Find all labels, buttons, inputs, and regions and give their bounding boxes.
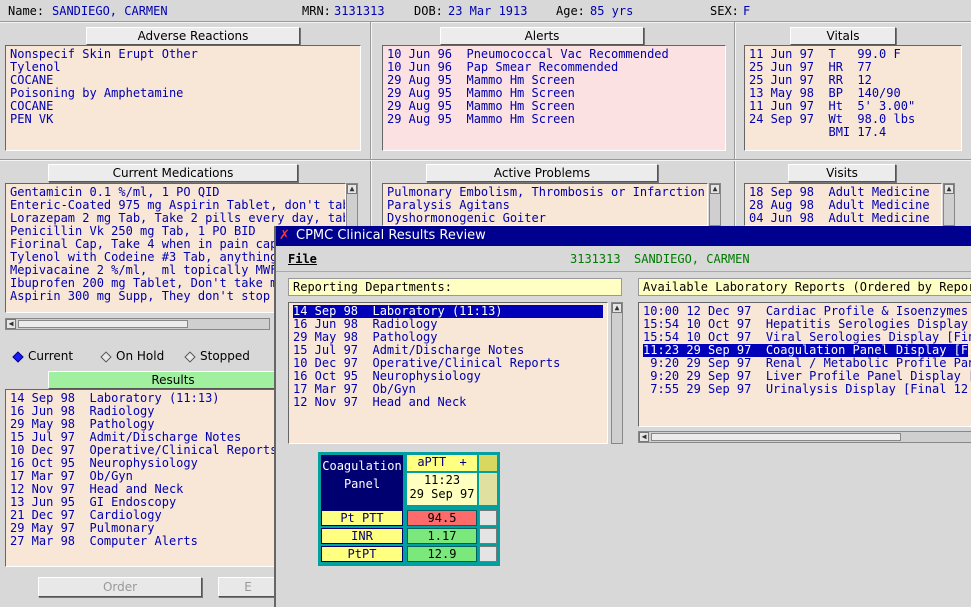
- list-item[interactable]: Dyshormonogenic Goiter: [387, 212, 703, 225]
- coag-test-value[interactable]: 12.9: [407, 546, 477, 562]
- coag-test-flag: [479, 510, 497, 526]
- list-item[interactable]: Nonspecif Skin Erupt Other: [10, 48, 356, 61]
- filter-stopped-radio[interactable]: Stopped: [184, 349, 250, 363]
- list-item[interactable]: 27 Mar 98 Computer Alerts: [10, 535, 275, 548]
- list-item[interactable]: 04 Jun 98 Adult Medicine: [749, 212, 937, 225]
- row-divider: [0, 159, 971, 161]
- reports-horizontal-scrollbar[interactable]: ◀: [638, 431, 971, 443]
- coag-test-flag: [479, 528, 497, 544]
- list-item[interactable]: 12 Nov 97 Head and Neck: [293, 396, 603, 409]
- clinical-results-window[interactable]: ✗ CPMC Clinical Results Review File 3131…: [274, 226, 971, 607]
- active-problems-header[interactable]: Active Problems: [426, 164, 658, 182]
- scroll-up-icon[interactable]: ▲: [710, 184, 720, 194]
- menu-bar: File 3131313 SANDIEGO, CARMEN: [276, 246, 971, 272]
- column-divider-2: [734, 22, 736, 160]
- list-item[interactable]: PEN VK: [10, 113, 356, 126]
- patient-dob: 23 Mar 1913: [448, 4, 528, 18]
- filter-on-hold-radio[interactable]: On Hold: [100, 349, 165, 363]
- scroll-left-icon[interactable]: ◀: [6, 319, 16, 329]
- patient-age: 85 yrs: [590, 4, 634, 18]
- secondary-button[interactable]: E: [218, 577, 278, 597]
- visits-list[interactable]: 18 Sep 98 Adult Medicine 28 Aug 98 Adult …: [744, 183, 942, 226]
- aptt-flag-cell: [479, 455, 497, 471]
- mrn-label: MRN:: [302, 4, 331, 18]
- scroll-up-icon[interactable]: ▲: [612, 303, 622, 313]
- window-patient-name: SANDIEGO, CARMEN: [634, 252, 750, 266]
- available-reports-header: Available Laboratory Reports (Ordered by…: [638, 278, 971, 296]
- window-title-bar[interactable]: ✗ CPMC Clinical Results Review: [276, 226, 971, 246]
- filter-stopped-label: Stopped: [200, 349, 250, 363]
- list-item[interactable]: 29 Aug 95 Mammo Hm Screen: [387, 113, 721, 126]
- top-divider: [0, 21, 971, 23]
- coag-test-name: Pt PTT: [321, 510, 403, 526]
- visits-vertical-scrollbar[interactable]: ▲: [943, 183, 955, 226]
- coag-datetime: 11:23 29 Sep 97: [407, 473, 477, 505]
- aptt-header[interactable]: aPTT +: [407, 455, 477, 471]
- patient-mrn: 3131313: [334, 4, 385, 18]
- coag-panel-title-line1: Coagulation: [322, 459, 402, 473]
- patient-name: SANDIEGO, CARMEN: [52, 4, 168, 18]
- reporting-departments-header: Reporting Departments:: [288, 278, 622, 296]
- window-title: CPMC Clinical Results Review: [296, 228, 486, 243]
- visits-header[interactable]: Visits: [788, 164, 896, 182]
- coag-date: 29 Sep 97: [409, 487, 475, 501]
- name-label: Name:: [8, 4, 45, 18]
- radio-icon: [100, 350, 112, 363]
- coag-test-value[interactable]: 1.17: [407, 528, 477, 544]
- expand-plus-icon[interactable]: +: [459, 455, 466, 469]
- coag-test-flag: [479, 546, 497, 562]
- list-item[interactable]: Poisoning by Amphetamine: [10, 87, 356, 100]
- list-item[interactable]: BMI 17.4: [749, 126, 957, 139]
- departments-vertical-scrollbar[interactable]: ▲: [611, 302, 623, 444]
- vitals-header[interactable]: Vitals: [790, 27, 896, 45]
- dob-label: DOB:: [414, 4, 443, 18]
- column-divider-1: [370, 22, 372, 160]
- order-button[interactable]: Order: [38, 577, 202, 597]
- aptt-label: aPTT: [417, 455, 447, 469]
- alerts-header[interactable]: Alerts: [440, 27, 644, 45]
- coag-test-name: PtPT: [321, 546, 403, 562]
- radio-selected-icon: [12, 350, 24, 363]
- current-medications-header[interactable]: Current Medications: [48, 164, 298, 182]
- vitals-list[interactable]: 11 Jun 97 T 99.0 F 25 Jun 97 HR 77 25 Jun …: [744, 45, 962, 151]
- age-label: Age:: [556, 4, 585, 18]
- medications-horizontal-scrollbar[interactable]: ◀: [5, 318, 270, 330]
- list-item[interactable]: COCANE: [10, 100, 356, 113]
- sex-label: SEX:: [710, 4, 739, 18]
- file-menu[interactable]: File: [288, 252, 317, 266]
- patient-header-bar: Name: SANDIEGO, CARMEN MRN: 3131313 DOB:…: [0, 0, 971, 22]
- scroll-up-icon[interactable]: ▲: [944, 184, 954, 194]
- results-list[interactable]: 14 Sep 98 Laboratory (11:13) 16 Jun 98 Ra…: [5, 389, 280, 567]
- coag-panel-title-line2: Panel: [343, 477, 381, 491]
- scroll-left-icon[interactable]: ◀: [639, 432, 649, 442]
- radio-icon: [184, 350, 196, 363]
- problems-vertical-scrollbar[interactable]: ▲: [709, 183, 721, 226]
- list-item[interactable]: Tylenol: [10, 61, 356, 74]
- active-problems-list[interactable]: Pulmonary Embolism, Thrombosis or Infarc…: [382, 183, 708, 226]
- scroll-thumb[interactable]: [651, 433, 901, 441]
- coag-test-name: INR: [321, 528, 403, 544]
- window-patient-mrn: 3131313: [570, 252, 621, 266]
- coagulation-panel: Coagulation Panel aPTT + 11:23 29 Sep 97…: [318, 452, 500, 566]
- column-divider-3: [370, 161, 372, 226]
- close-icon[interactable]: ✗: [279, 229, 290, 243]
- column-divider-4: [734, 161, 736, 226]
- scroll-thumb[interactable]: [18, 320, 188, 328]
- adverse-reactions-header[interactable]: Adverse Reactions: [86, 27, 300, 45]
- scroll-up-icon[interactable]: ▲: [347, 184, 357, 194]
- filter-current-label: Current: [28, 349, 74, 363]
- reporting-departments-list[interactable]: 14 Sep 98 Laboratory (11:13) 16 Jun 98 Ra…: [288, 302, 608, 444]
- patient-sex: F: [743, 4, 751, 18]
- filter-on-hold-label: On Hold: [116, 349, 165, 363]
- available-reports-list[interactable]: 10:00 12 Dec 97 Cardiac Profile & Isoenz…: [638, 302, 971, 427]
- filter-current-radio[interactable]: Current: [12, 349, 74, 363]
- alerts-list[interactable]: 10 Jun 96 Pneumococcal Vac Recommended 10…: [382, 45, 726, 151]
- coag-time: 11:23: [423, 473, 461, 487]
- list-item[interactable]: 7:55 29 Sep 97 Urinalysis Display [Final…: [643, 383, 971, 396]
- coag-datetime-flag: [479, 473, 497, 505]
- results-header[interactable]: Results: [48, 371, 298, 389]
- adverse-reactions-list[interactable]: Nonspecif Skin Erupt Other Tylenol COCANE P…: [5, 45, 361, 151]
- coag-test-value[interactable]: 94.5: [407, 510, 477, 526]
